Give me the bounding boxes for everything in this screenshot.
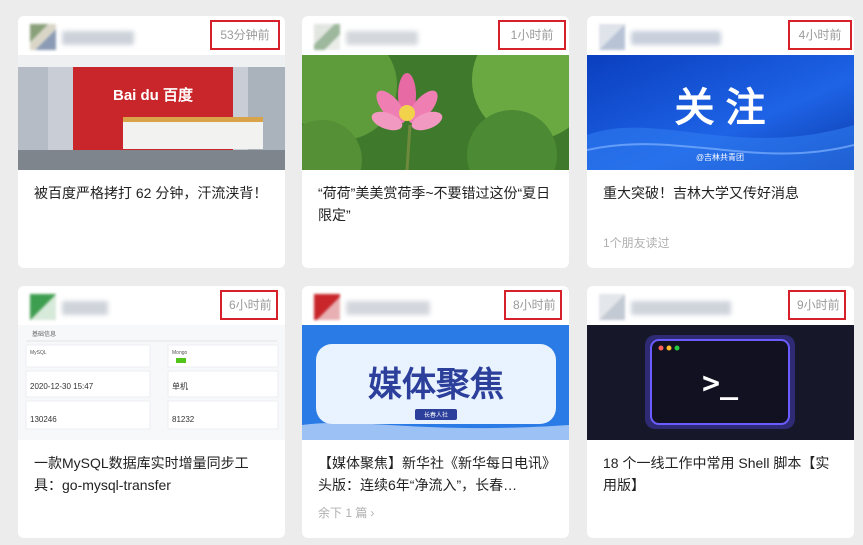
thumbnail-caption: @吉林共青团 (696, 152, 744, 162)
account-name[interactable] (346, 31, 418, 45)
article-thumbnail[interactable] (302, 55, 569, 170)
card-header: 9小时前 (587, 286, 854, 325)
account-name[interactable] (631, 301, 731, 315)
thumbnail-cell: MySQL (30, 350, 47, 356)
chevron-right-icon: › (370, 506, 375, 520)
thumbnail-cell: 81232 (172, 415, 195, 424)
article-thumbnail[interactable]: 关 注 @吉林共青团 (587, 55, 854, 170)
friends-read-label: 1个朋友读过 (603, 236, 670, 250)
account-name[interactable] (346, 301, 430, 315)
thumbnail-caption: 长春人社 (424, 411, 448, 419)
thumbnail-cell: 2020-12-30 15:47 (30, 382, 94, 391)
publish-time: 4小时前 (788, 20, 852, 50)
account-avatar[interactable] (30, 294, 56, 320)
publish-time: 53分钟前 (210, 20, 280, 50)
account-name[interactable] (62, 301, 108, 315)
publish-time: 8小时前 (504, 290, 562, 320)
article-title[interactable]: 被百度严格拷打 62 分钟，汗流浃背！ (34, 182, 269, 204)
card-header: 8小时前 (302, 286, 569, 325)
article-card[interactable]: 6小时前 基础信息 MySQL Mongo 2020-12-30 15:47 单… (18, 286, 285, 538)
article-card[interactable]: 1小时前 “荷荷”美美赏荷季~不要错过这份“夏日限定” (302, 16, 569, 268)
terminal-prompt-icon: >_ (702, 366, 739, 401)
article-title[interactable]: 【媒体聚焦】新华社《新华每日电讯》头版：连续6年“净流入”，长春… (318, 452, 553, 496)
account-name[interactable] (631, 31, 721, 45)
account-name[interactable] (62, 31, 134, 45)
article-thumbnail[interactable]: 媒体聚焦 长春人社 (302, 325, 569, 440)
article-card[interactable]: 9小时前 >_ 18 个一线工作中常用 Shell 脚本【实用版】 (587, 286, 854, 538)
article-thumbnail[interactable]: Bai du 百度 (18, 55, 285, 170)
more-articles-label: 余下 1 篇 (318, 506, 368, 520)
account-avatar[interactable] (599, 294, 625, 320)
card-header: 6小时前 (18, 286, 285, 325)
card-header: 1小时前 (302, 16, 569, 55)
thumbnail-cell: 单机 (172, 381, 188, 391)
thumbnail-headline: 关 注 (674, 86, 765, 130)
article-card[interactable]: 4小时前 关 注 @吉林共青团 重大突破！吉林大学又传好消息 1个朋友读过 (587, 16, 854, 268)
more-articles-link[interactable]: 余下 1 篇 › (318, 504, 374, 521)
thumbnail-cell: Mongo (172, 350, 188, 356)
article-thumbnail[interactable]: 基础信息 MySQL Mongo 2020-12-30 15:47 单机 130… (18, 325, 285, 440)
article-thumbnail[interactable]: >_ (587, 325, 854, 440)
article-card[interactable]: 53分钟前 Bai du 百度 被百度严格拷打 62 分钟，汗流浃背！ (18, 16, 285, 268)
account-avatar[interactable] (30, 24, 56, 50)
account-avatar[interactable] (599, 24, 625, 50)
card-header: 53分钟前 (18, 16, 285, 55)
card-header: 4小时前 (587, 16, 854, 55)
article-title[interactable]: “荷荷”美美赏荷季~不要错过这份“夏日限定” (318, 182, 553, 226)
article-title[interactable]: 一款MySQL数据库实时增量同步工具：go-mysql-transfer (34, 452, 269, 496)
account-avatar[interactable] (314, 24, 340, 50)
article-card[interactable]: 8小时前 媒体聚焦 长春人社 【媒体聚焦】新华社《新华每日电讯》头版：连续6年“… (302, 286, 569, 538)
publish-time: 9小时前 (788, 290, 846, 320)
article-title[interactable]: 18 个一线工作中常用 Shell 脚本【实用版】 (603, 452, 838, 496)
account-avatar[interactable] (314, 294, 340, 320)
thumbnail-cell: 130246 (30, 415, 57, 424)
thumbnail-logo-text: Bai du 百度 (113, 86, 194, 104)
article-title[interactable]: 重大突破！吉林大学又传好消息 (603, 182, 838, 204)
publish-time: 6小时前 (220, 290, 278, 320)
thumbnail-header-text: 基础信息 (32, 330, 56, 338)
publish-time: 1小时前 (498, 20, 566, 50)
thumbnail-headline: 媒体聚焦 (368, 366, 504, 404)
